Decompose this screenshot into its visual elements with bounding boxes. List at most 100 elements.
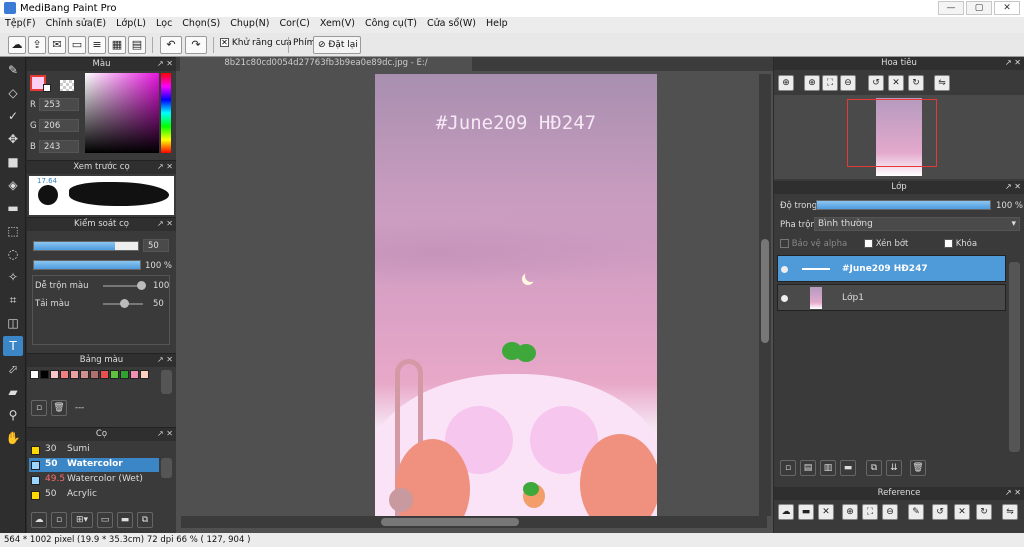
eye-icon[interactable] xyxy=(781,295,788,302)
merge-down-icon[interactable]: ⇊ xyxy=(886,460,902,476)
redo-icon[interactable]: ↷ xyxy=(185,36,207,54)
menu-file[interactable]: Tệp(F) xyxy=(0,17,41,33)
ref-cloud-icon[interactable]: ☁ xyxy=(778,504,794,520)
brush-size-input[interactable]: 50 xyxy=(143,239,169,252)
grid-view-icon[interactable]: ▦ xyxy=(108,36,126,54)
undo-icon[interactable]: ↶ xyxy=(160,36,182,54)
panel-close-icon[interactable]: ↗ ✕ xyxy=(157,161,173,173)
palette-swatch[interactable] xyxy=(110,370,119,379)
brush-settings-icon[interactable]: ▭ xyxy=(97,512,113,528)
ref-eyedropper-icon[interactable]: ✎ xyxy=(908,504,924,520)
menu-edit[interactable]: Chỉnh sửa(E) xyxy=(41,17,112,33)
eyedropper-tool-icon[interactable]: ⚲ xyxy=(3,405,23,425)
ref-zoom-in-icon[interactable]: ⊕ xyxy=(842,504,858,520)
horizontal-scroll-thumb[interactable] xyxy=(381,518,519,526)
tiles-icon[interactable]: ▤ xyxy=(128,36,146,54)
hue-slider[interactable] xyxy=(161,73,171,153)
comment-icon[interactable]: ✉ xyxy=(48,36,66,54)
palette-scrollbar[interactable] xyxy=(161,370,172,394)
rotate-right-icon[interactable]: ↻ xyxy=(908,75,924,91)
canvas-artwork[interactable]: #June209 HĐ247 xyxy=(375,74,657,516)
operation-tool-icon[interactable]: ⬀ xyxy=(3,359,23,379)
load-slider-thumb[interactable] xyxy=(120,299,129,308)
zoom-in-icon[interactable]: ⊕ xyxy=(778,75,794,91)
brush-cloud-icon[interactable]: ☁ xyxy=(31,512,47,528)
brush-tool-icon[interactable]: ✎ xyxy=(3,60,23,80)
saturation-value-picker[interactable] xyxy=(85,73,159,153)
menu-color[interactable]: Cor(C) xyxy=(274,17,314,33)
reset-button[interactable]: ⊘ Đặt lại xyxy=(313,36,361,54)
gradient-tool-icon[interactable]: ▬ xyxy=(3,198,23,218)
new-palette-icon[interactable]: ▫ xyxy=(31,400,47,416)
panel-close-icon[interactable]: ↗ ✕ xyxy=(157,428,173,440)
menu-layer[interactable]: Lớp(L) xyxy=(111,17,151,33)
menu-help[interactable]: Help xyxy=(481,17,513,33)
vertical-scroll-thumb[interactable] xyxy=(761,239,769,343)
panel-close-icon[interactable]: ↗ ✕ xyxy=(1005,487,1021,499)
menu-filter[interactable]: Lọc xyxy=(151,17,177,33)
brush-item-selected[interactable]: 50 Watercolor xyxy=(29,458,159,472)
layer-row-selected[interactable]: #June209 HĐ247 xyxy=(777,255,1006,282)
ref-close-icon[interactable]: ✕ xyxy=(818,504,834,520)
delete-palette-icon[interactable]: 🗑 xyxy=(51,400,67,416)
delete-layer-icon[interactable]: 🗑 xyxy=(910,460,926,476)
palette-swatch[interactable] xyxy=(70,370,79,379)
panel-close-icon[interactable]: ↗ ✕ xyxy=(157,354,173,366)
layers-scrollbar[interactable] xyxy=(1009,262,1020,452)
alpha-protect-checkbox[interactable]: Bảo vệ alpha xyxy=(780,239,847,249)
brush-list-scrollbar[interactable] xyxy=(161,458,172,478)
navigator-viewport-rect[interactable] xyxy=(847,99,937,167)
select-eraser-icon[interactable]: ◫ xyxy=(3,313,23,333)
zoom-out-icon[interactable]: ⊖ xyxy=(840,75,856,91)
palette-swatch[interactable] xyxy=(90,370,99,379)
zoom-in-small-icon[interactable]: ⊕ xyxy=(804,75,820,91)
eraser-tool-icon[interactable]: ◇ xyxy=(3,83,23,103)
palette-swatch[interactable] xyxy=(60,370,69,379)
reset-rotation-icon[interactable]: ✕ xyxy=(888,75,904,91)
duplicate-layer-icon[interactable]: ⧉ xyxy=(866,460,882,476)
magic-wand-icon[interactable]: ✧ xyxy=(3,267,23,287)
mix-slider-thumb[interactable] xyxy=(137,281,146,290)
add-brush-dropdown-icon[interactable]: ⊞▾ xyxy=(71,512,93,528)
new-8bit-layer-icon[interactable]: ▥ xyxy=(820,460,836,476)
brush-size-bar[interactable] xyxy=(33,241,139,251)
ref-reset-rotation-icon[interactable]: ✕ xyxy=(954,504,970,520)
document-icon[interactable]: ≡ xyxy=(88,36,106,54)
fill-rect-tool-icon[interactable]: ■ xyxy=(3,152,23,172)
document-tab[interactable]: 8b21c80cd0054d27763fb3b9ea0e89dc.jpg - E… xyxy=(180,57,472,71)
lasso-tool-icon[interactable]: ◌ xyxy=(3,244,23,264)
antialias-checkbox[interactable]: ✕ Khử răng cưa xyxy=(220,38,292,48)
ref-zoom-out-icon[interactable]: ⊖ xyxy=(882,504,898,520)
palette-swatch[interactable] xyxy=(40,370,49,379)
new-layer-icon[interactable]: ▫ xyxy=(780,460,796,476)
panel-close-icon[interactable]: ↗ ✕ xyxy=(1005,57,1021,69)
bucket-tool-icon[interactable]: ◈ xyxy=(3,175,23,195)
select-pen-icon[interactable]: ⌗ xyxy=(3,290,23,310)
upload-icon[interactable]: ⇪ xyxy=(28,36,46,54)
move-tool-icon[interactable]: ✥ xyxy=(3,129,23,149)
eye-icon[interactable] xyxy=(781,266,788,273)
brush-folder-icon[interactable]: ▬ xyxy=(117,512,133,528)
new-halftone-layer-icon[interactable]: ▤ xyxy=(800,460,816,476)
ref-fit-icon[interactable]: ⛶ xyxy=(862,504,878,520)
ref-open-icon[interactable]: ▬ xyxy=(798,504,814,520)
cloud-icon[interactable]: ☁ xyxy=(8,36,26,54)
layer-row[interactable]: Lớp1 xyxy=(777,284,1006,311)
menu-select[interactable]: Chọn(S) xyxy=(177,17,225,33)
page-icon[interactable]: ▭ xyxy=(68,36,86,54)
ref-flip-icon[interactable]: ⇋ xyxy=(1002,504,1018,520)
select-rect-icon[interactable]: ⬚ xyxy=(3,221,23,241)
brush-copy-icon[interactable]: ⧉ xyxy=(137,512,153,528)
dot-pen-tool-icon[interactable]: ✓ xyxy=(3,106,23,126)
palette-swatch[interactable] xyxy=(130,370,139,379)
clipping-checkbox[interactable]: Xén bớt xyxy=(864,239,908,249)
menu-window[interactable]: Cửa sổ(W) xyxy=(422,17,481,33)
text-tool-icon[interactable]: T xyxy=(3,336,23,356)
minimize-button[interactable]: — xyxy=(938,1,964,15)
b-input[interactable]: 243 xyxy=(39,140,79,153)
close-button[interactable]: ✕ xyxy=(994,1,1020,15)
flip-icon[interactable]: ⇋ xyxy=(934,75,950,91)
new-folder-icon[interactable]: ▬ xyxy=(840,460,856,476)
maximize-button[interactable]: ▢ xyxy=(966,1,992,15)
new-brush-icon[interactable]: ▫ xyxy=(51,512,67,528)
